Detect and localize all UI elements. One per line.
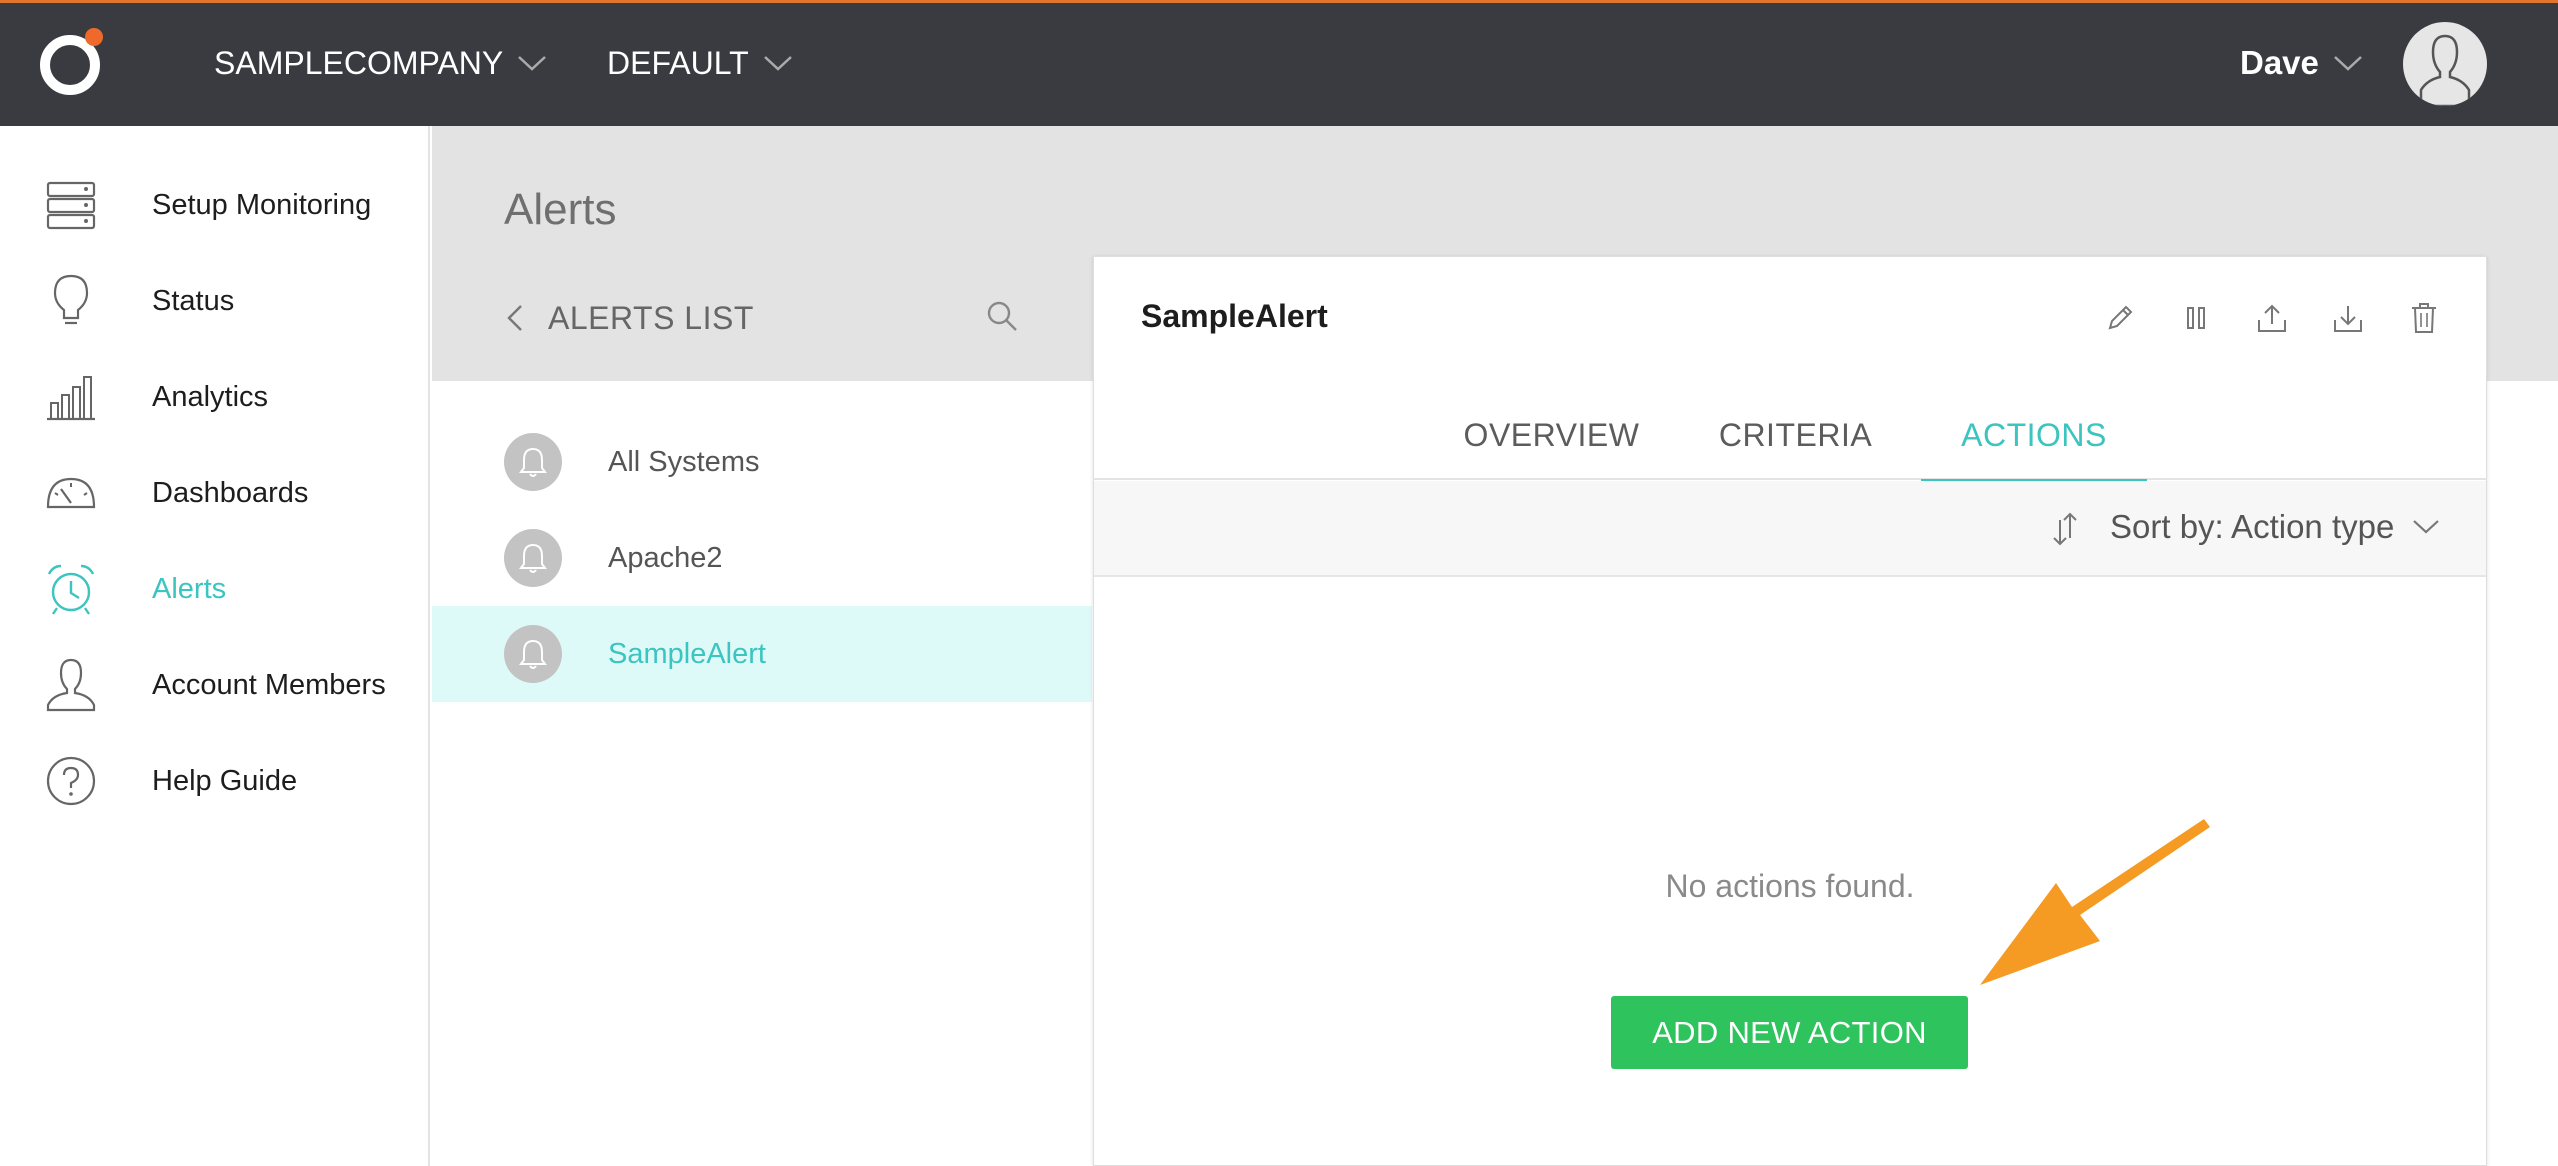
user-silhouette-icon xyxy=(2419,34,2471,106)
server-icon xyxy=(40,174,102,236)
empty-state-message: No actions found. xyxy=(1665,868,1915,904)
sort-arrows-icon[interactable] xyxy=(2048,510,2082,548)
sidebar-item-label: Setup Monitoring xyxy=(152,188,372,221)
top-bar: SAMPLECOMPANY DEFAULT Dave xyxy=(0,0,2558,126)
sidebar-item-account-members[interactable]: Account Members xyxy=(0,637,430,733)
tab-actions[interactable]: ACTIONS xyxy=(1921,390,2147,482)
tab-label: OVERVIEW xyxy=(1463,416,1640,453)
sidebar-item-label: Account Members xyxy=(152,668,386,701)
page-title: Alerts xyxy=(504,185,617,234)
annotation-arrow-icon xyxy=(1980,819,2210,985)
chevron-down-icon xyxy=(518,56,547,71)
lightbulb-icon xyxy=(40,270,102,332)
alarm-clock-icon xyxy=(40,558,102,620)
app-logo-icon[interactable] xyxy=(36,25,110,99)
sidebar-item-label: Help Guide xyxy=(152,764,298,797)
alert-list-item-label: Apache2 xyxy=(608,541,723,574)
tab-label: ACTIONS xyxy=(1961,416,2107,453)
environment-label: DEFAULT xyxy=(607,44,749,81)
upload-icon[interactable] xyxy=(2252,298,2292,338)
download-icon[interactable] xyxy=(2328,298,2368,338)
alert-list-item-apache2[interactable]: Apache2 xyxy=(432,510,1092,606)
chevron-left-icon xyxy=(507,305,522,331)
sort-dropdown-label[interactable]: Sort by: Action type xyxy=(2110,508,2394,546)
sidebar: Setup Monitoring Status Analytics Dashbo… xyxy=(0,126,430,1166)
sidebar-item-label: Status xyxy=(152,284,235,317)
chevron-down-icon[interactable] xyxy=(2412,518,2440,536)
bar-chart-icon xyxy=(40,366,102,428)
company-selector[interactable]: SAMPLECOMPANY xyxy=(214,0,547,126)
help-circle-icon xyxy=(40,750,102,812)
sidebar-item-label: Analytics xyxy=(152,380,269,413)
user-name-label: Dave xyxy=(2240,44,2319,81)
chevron-down-icon xyxy=(763,56,792,71)
alert-detail-title: SampleAlert xyxy=(1141,298,1328,334)
edit-icon[interactable] xyxy=(2100,298,2140,338)
sidebar-item-label: Alerts xyxy=(152,572,227,605)
bell-icon xyxy=(504,625,562,683)
search-icon[interactable] xyxy=(984,298,1020,334)
sidebar-item-alerts[interactable]: Alerts xyxy=(0,541,430,637)
user-menu[interactable]: Dave xyxy=(2240,0,2363,126)
add-new-action-button[interactable]: ADD NEW ACTION xyxy=(1611,996,1968,1069)
bell-icon xyxy=(504,529,562,587)
alert-list-item-samplealert[interactable]: SampleAlert xyxy=(432,606,1092,702)
sidebar-item-status[interactable]: Status xyxy=(0,253,430,349)
alerts-list-back-label: ALERTS LIST xyxy=(548,299,754,336)
tab-criteria[interactable]: CRITERIA xyxy=(1710,390,1881,480)
sidebar-item-label: Dashboards xyxy=(152,476,309,509)
tab-label: CRITERIA xyxy=(1718,416,1873,453)
alerts-list-back-link[interactable]: ALERTS LIST xyxy=(504,296,754,340)
detail-tabs: OVERVIEW CRITERIA ACTIONS xyxy=(1093,390,2487,482)
gauge-icon xyxy=(40,462,102,524)
bell-icon xyxy=(504,433,562,491)
sidebar-item-help-guide[interactable]: Help Guide xyxy=(0,733,430,829)
alert-list-item-label: All Systems xyxy=(608,445,760,478)
environment-selector[interactable]: DEFAULT xyxy=(607,0,793,126)
sidebar-item-dashboards[interactable]: Dashboards xyxy=(0,445,430,541)
alert-list-item-label: SampleAlert xyxy=(608,637,766,670)
trash-icon[interactable] xyxy=(2404,298,2444,338)
sidebar-item-setup-monitoring[interactable]: Setup Monitoring xyxy=(0,157,430,253)
avatar[interactable] xyxy=(2403,22,2487,106)
alert-list-item-all-systems[interactable]: All Systems xyxy=(432,414,1092,510)
company-label: SAMPLECOMPANY xyxy=(214,44,504,81)
tab-overview[interactable]: OVERVIEW xyxy=(1454,390,1649,480)
pause-icon[interactable] xyxy=(2176,298,2216,338)
user-icon xyxy=(40,654,102,716)
sidebar-item-analytics[interactable]: Analytics xyxy=(0,349,430,445)
chevron-down-icon xyxy=(2334,56,2362,71)
